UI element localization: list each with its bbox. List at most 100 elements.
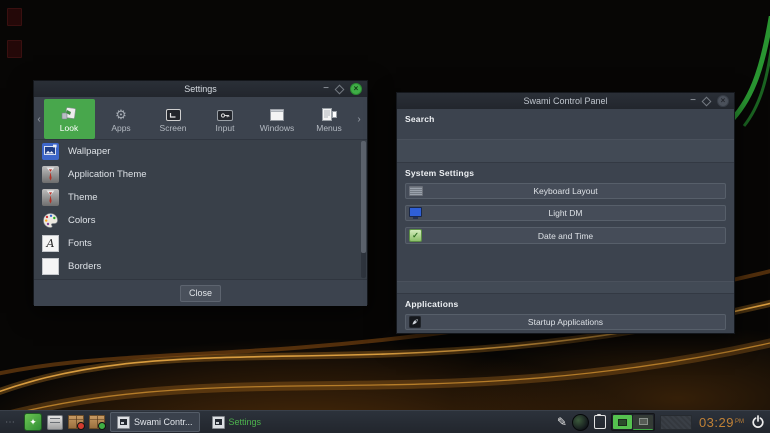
close-icon[interactable]: ×: [350, 83, 362, 95]
menu-list-icon: [322, 106, 337, 121]
system-settings-heading: System Settings: [397, 163, 734, 180]
clock[interactable]: 03:29 PM: [699, 415, 744, 430]
tab-windows[interactable]: Windows: [252, 99, 303, 139]
taskbar-button-swami[interactable]: Swami Contr...: [110, 412, 200, 432]
startup-applications-label: Startup Applications: [406, 317, 725, 327]
search-area[interactable]: [397, 139, 734, 163]
app-launcher-icon[interactable]: ✦: [24, 413, 42, 431]
scrollbar[interactable]: [361, 141, 366, 278]
panel-menu-icon[interactable]: ⋯: [5, 417, 16, 428]
settings-tabstrip: ‹ Look ⚙ Apps Screen: [34, 97, 367, 140]
minimize-icon[interactable]: −: [690, 98, 696, 104]
battery-applet[interactable]: [611, 413, 655, 431]
tab-input[interactable]: Input: [200, 99, 251, 139]
settings-titlebar[interactable]: Settings − ×: [34, 81, 367, 97]
clock-meridiem: PM: [735, 419, 744, 425]
tab-input-label: Input: [216, 123, 235, 133]
maximize-icon[interactable]: [335, 84, 345, 94]
scrollbar-thumb[interactable]: [361, 141, 366, 253]
list-item-label: Borders: [68, 261, 101, 272]
list-item-borders[interactable]: Borders: [34, 255, 367, 278]
palette-icon: [42, 212, 59, 229]
pen-tray-icon[interactable]: ✎: [557, 416, 567, 428]
borders-icon: [42, 258, 59, 275]
search-heading: Search: [397, 109, 734, 126]
keyboard-layout-label: Keyboard Layout: [406, 186, 725, 196]
power-button[interactable]: [751, 415, 765, 429]
battery-cell-dim: [633, 415, 653, 430]
list-item-colors[interactable]: Colors: [34, 209, 367, 232]
monitor-icon: [409, 206, 422, 220]
package-manager-icon[interactable]: [68, 414, 84, 430]
wallpaper-icon: [42, 143, 59, 160]
tabs-next-arrow[interactable]: ›: [355, 99, 363, 139]
taskbar-button-settings[interactable]: Settings: [205, 412, 269, 432]
lightdm-label: Light DM: [406, 208, 725, 218]
file-manager-icon[interactable]: [47, 414, 63, 430]
tab-apps[interactable]: ⚙ Apps: [96, 99, 147, 139]
tab-look-label: Look: [60, 123, 78, 133]
window-icon: [270, 106, 284, 121]
tabs-prev-arrow[interactable]: ‹: [35, 99, 43, 139]
section-divider: [397, 281, 734, 294]
clock-time: 03:29: [699, 415, 734, 430]
maximize-icon[interactable]: [702, 96, 712, 106]
date-and-time-label: Date and Time: [406, 231, 725, 241]
list-item-label: Wallpaper: [68, 146, 110, 157]
tab-screen-label: Screen: [160, 123, 187, 133]
window-thumb-icon: [117, 416, 130, 429]
swami-titlebar[interactable]: Swami Control Panel − ×: [397, 93, 734, 109]
list-item-label: Theme: [68, 192, 98, 203]
desktop-icon[interactable]: [7, 8, 22, 26]
tab-menus-label: Menus: [316, 123, 342, 133]
list-item-wallpaper[interactable]: Wallpaper: [34, 140, 367, 163]
close-button[interactable]: Close: [180, 285, 221, 302]
settings-window-title: Settings: [34, 84, 367, 94]
keyboard-layout-button[interactable]: Keyboard Layout: [405, 183, 726, 199]
clipboard-tray-icon[interactable]: [594, 415, 606, 429]
input-icon: [217, 106, 233, 121]
gear-icon: ⚙: [115, 106, 127, 121]
applications-heading: Applications: [397, 294, 734, 311]
look-icon: [61, 106, 77, 121]
list-item-theme[interactable]: Theme: [34, 186, 367, 209]
taskbar-button-label: Swami Contr...: [134, 417, 193, 427]
list-item-label: Colors: [68, 215, 95, 226]
settings-list: Wallpaper Application Theme Theme Colors: [34, 140, 367, 280]
fonts-letter: A: [47, 238, 55, 249]
package-updates-icon[interactable]: [89, 414, 105, 430]
startup-icon: [409, 315, 421, 329]
fonts-icon: A: [42, 235, 59, 252]
list-item-label: Application Theme: [68, 169, 147, 180]
suit-theme-icon: [42, 166, 59, 183]
swami-body: Search System Settings Keyboard Layout L…: [397, 109, 734, 333]
tab-screen[interactable]: Screen: [148, 99, 199, 139]
settings-window: Settings − × ‹ Look ⚙ Apps: [33, 80, 368, 305]
tab-windows-label: Windows: [260, 123, 294, 133]
taskbar-button-label: Settings: [229, 417, 262, 427]
calendar-check-icon: ✓: [409, 228, 422, 242]
swami-window-title: Swami Control Panel: [397, 96, 734, 106]
settings-bottom-bar: Close: [34, 280, 367, 306]
swami-control-panel-window: Swami Control Panel − × Search System Se…: [396, 92, 735, 334]
suit-theme-icon: [42, 189, 59, 206]
list-item-label: Fonts: [68, 238, 92, 249]
minimize-icon[interactable]: −: [323, 86, 329, 92]
tab-menus[interactable]: Menus: [304, 99, 355, 139]
tab-look[interactable]: Look: [44, 99, 95, 139]
list-item-fonts[interactable]: A Fonts: [34, 232, 367, 255]
screen-icon: [166, 106, 181, 121]
list-item-application-theme[interactable]: Application Theme: [34, 163, 367, 186]
close-icon[interactable]: ×: [717, 95, 729, 107]
lightdm-button[interactable]: Light DM: [405, 205, 726, 221]
desktop-icon[interactable]: [7, 40, 22, 58]
system-monitor-tray-icon[interactable]: [572, 414, 589, 431]
window-thumb-icon: [212, 416, 225, 429]
tab-apps-label: Apps: [111, 123, 130, 133]
startup-applications-button[interactable]: Startup Applications: [405, 314, 726, 330]
date-and-time-button[interactable]: ✓ Date and Time: [405, 227, 726, 243]
battery-gauge[interactable]: [660, 415, 692, 430]
taskbar: ⋯ ✦ Swami Contr... Settings ✎ 03:29 PM: [0, 410, 770, 433]
desktop: Settings − × ‹ Look ⚙ Apps: [0, 0, 770, 433]
keyboard-icon: [409, 184, 423, 198]
